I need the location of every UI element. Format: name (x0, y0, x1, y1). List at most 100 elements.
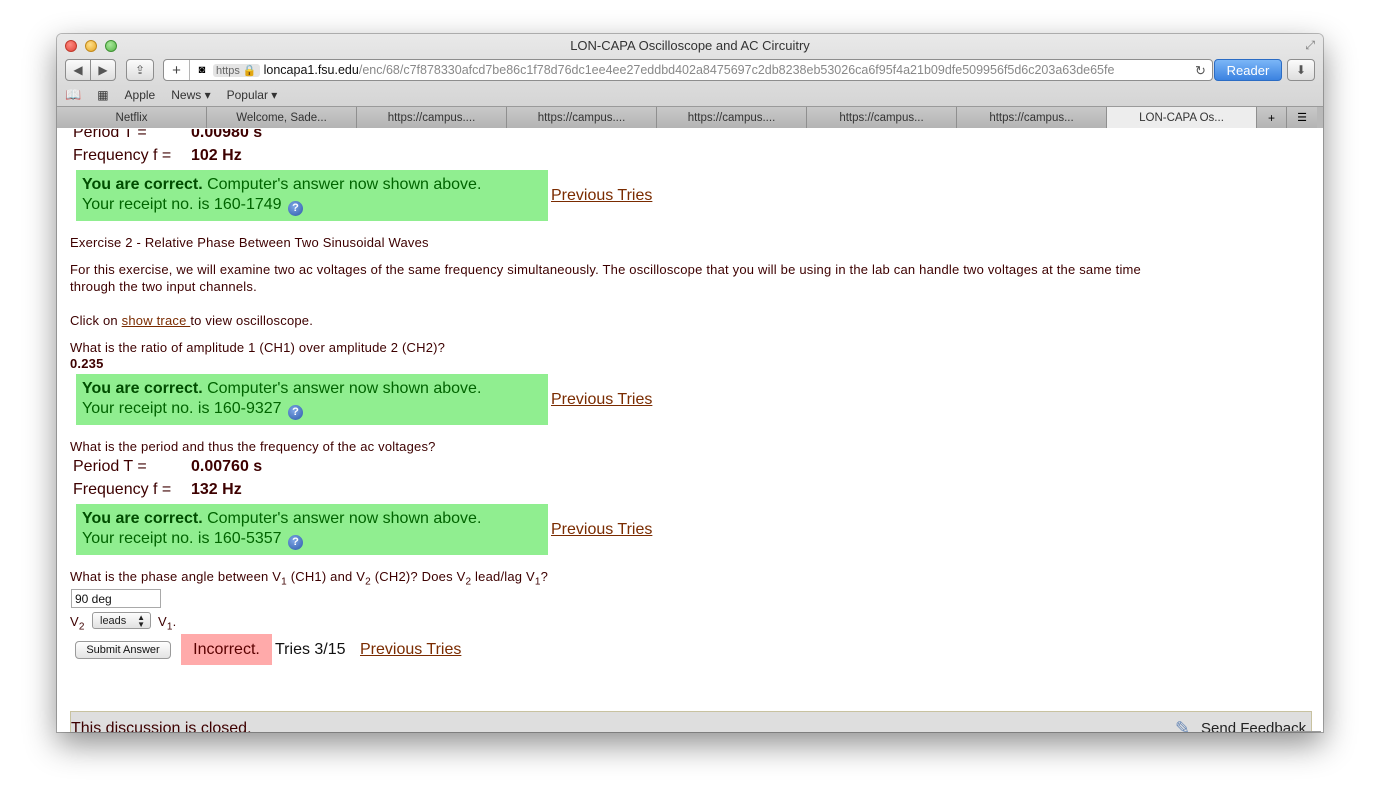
discussion-closed-text: This discussion is closed. (71, 720, 252, 732)
page-content: Period T = 0.00980 s Frequency f = 102 H… (57, 129, 1323, 732)
phase-angle-input[interactable] (71, 589, 161, 608)
jsmath-button[interactable]: jsMath (1279, 731, 1321, 732)
intro-text-line1: For this exercise, we will examine two a… (70, 262, 1141, 277)
tab-campus-5[interactable]: https://campus... (957, 107, 1107, 128)
download-icon: ⬇ (1295, 63, 1307, 77)
q1-frequency-label: Frequency f = (73, 147, 172, 164)
click-on-text: Click on (70, 313, 122, 328)
help-icon[interactable]: ? (288, 535, 303, 550)
q3-frequency-label: Frequency f = (73, 481, 172, 498)
q1-period-label: Period T = (73, 129, 147, 141)
q4-part1: What is the phase angle between V (70, 569, 282, 584)
q1-frequency-value: 102 Hz (191, 147, 242, 164)
view-osc-text: to view oscilloscope. (190, 313, 314, 328)
v2-label: V2 (70, 614, 85, 633)
intro-text-line2: through the two input channels. (70, 279, 257, 294)
q4-part5: ? (540, 569, 549, 584)
q2-correct-text: Computer's answer now shown above. (202, 380, 482, 397)
reading-list-icon[interactable]: 📖 (65, 87, 81, 103)
bookmark-news[interactable]: News ▾ (171, 88, 210, 102)
reader-button[interactable]: Reader (1214, 59, 1282, 81)
q3-period-value: 0.00760 s (191, 458, 263, 475)
v1-label: V1. (158, 614, 176, 633)
v1-text: V (158, 614, 167, 629)
https-badge: https 🔒 (213, 63, 260, 77)
q1-previous-tries-link[interactable]: Previous Tries (551, 187, 652, 205)
window-title: LON-CAPA Oscilloscope and AC Circuitry (570, 38, 810, 53)
help-icon[interactable]: ? (288, 405, 303, 420)
lead-lag-select[interactable]: leads ▲ ▼ (92, 612, 151, 629)
browser-window: LON-CAPA Oscilloscope and AC Circuitry ⤢… (57, 34, 1323, 732)
tab-campus-3[interactable]: https://campus.... (657, 107, 807, 128)
v1-suffix: . (172, 614, 177, 629)
tab-campus-4[interactable]: https://campus... (807, 107, 957, 128)
q1-correct-text: Computer's answer now shown above. (202, 176, 482, 193)
url-scheme: https (216, 64, 240, 77)
q3-question: What is the period and thus the frequenc… (70, 439, 436, 454)
tab-loncapa[interactable]: LON-CAPA Os... (1107, 107, 1257, 128)
q3-previous-tries-link[interactable]: Previous Tries (551, 521, 652, 539)
tab-netflix[interactable]: Netflix (57, 107, 207, 128)
q2-receipt: Your receipt no. is 160-9327 (82, 400, 282, 417)
q3-correct-text: Computer's answer now shown above. (202, 510, 482, 527)
tab-bar: Netflix Welcome, Sade... https://campus.… (57, 106, 1323, 128)
q1-correct-feedback: You are correct. Computer's answer now s… (76, 170, 548, 221)
q4-part2: (CH1) and V (286, 569, 366, 584)
tab-campus-2[interactable]: https://campus.... (507, 107, 657, 128)
tries-counter: Tries 3/15 (275, 641, 346, 658)
address-bar[interactable]: + ◙ https 🔒 loncapa1.fsu.edu/enc/68/c7f8… (163, 59, 1213, 81)
q2-correct-feedback: You are correct. Computer's answer now s… (76, 374, 548, 425)
share-button[interactable]: ⇪ (126, 59, 154, 81)
q1-period-value: 0.00980 s (191, 129, 263, 141)
q4-part3: (CH2)? Does V (370, 569, 466, 584)
v2-sub: 2 (78, 621, 85, 633)
bookmarks-bar: 📖 ▦ Apple News ▾ Popular ▾ (65, 86, 293, 104)
feedback-icon[interactable]: ✎ (1175, 718, 1190, 732)
q3-correct-strong: You are correct. (82, 510, 203, 527)
url-host: loncapa1.fsu.edu (263, 63, 359, 77)
show-trace-line: Click on show trace to view oscilloscope… (70, 313, 313, 328)
q3-correct-feedback: You are correct. Computer's answer now s… (76, 504, 548, 555)
lead-lag-value: leads (100, 614, 127, 627)
q1-receipt: Your receipt no. is 160-1749 (82, 196, 282, 213)
q3-frequency-value: 132 Hz (191, 481, 242, 498)
downloads-button[interactable]: ⬇ (1287, 59, 1315, 81)
show-trace-link[interactable]: show trace (122, 313, 191, 328)
back-button[interactable]: ◀ (65, 59, 91, 81)
tab-overview-icon[interactable]: ☰ (1287, 107, 1317, 128)
forward-arrow-icon: ▶ (98, 63, 108, 77)
q1-correct-strong: You are correct. (82, 176, 203, 193)
incorrect-badge: Incorrect. (181, 634, 272, 665)
help-icon[interactable]: ? (288, 201, 303, 216)
forward-button[interactable]: ▶ (90, 59, 116, 81)
back-arrow-icon: ◀ (73, 63, 83, 77)
share-icon: ⇪ (134, 63, 146, 77)
select-arrows-icon: ▲ ▼ (137, 613, 145, 629)
browser-chrome: LON-CAPA Oscilloscope and AC Circuitry ⤢… (57, 34, 1323, 128)
tab-campus-1[interactable]: https://campus.... (357, 107, 507, 128)
bookmark-popular[interactable]: Popular ▾ (227, 88, 278, 102)
top-sites-grid-icon[interactable]: ▦ (97, 88, 108, 102)
tab-welcome[interactable]: Welcome, Sade... (207, 107, 357, 128)
new-tab-icon[interactable]: + (1257, 107, 1287, 128)
lock-icon: 🔒 (242, 64, 257, 77)
q3-receipt: Your receipt no. is 160-5357 (82, 530, 282, 547)
q3-period-label: Period T = (73, 458, 147, 475)
site-identity-icon: ◙ (198, 64, 206, 76)
add-bookmark-icon[interactable]: + (164, 60, 190, 80)
bookmark-apple[interactable]: Apple (125, 88, 156, 102)
reload-icon[interactable]: ↻ (1195, 63, 1206, 79)
exercise-title: Exercise 2 - Relative Phase Between Two … (70, 235, 429, 250)
q2-question: What is the ratio of amplitude 1 (CH1) o… (70, 340, 446, 355)
url-path: /enc/68/c7f878330afcd7be86c1f78d76dc1ee4… (358, 63, 1115, 77)
discussion-panel: This discussion is closed. ✎ Send Feedba… (70, 711, 1312, 732)
q2-correct-strong: You are correct. (82, 380, 203, 397)
q2-answer: 0.235 (70, 356, 104, 371)
fullscreen-icon[interactable]: ⤢ (1305, 38, 1315, 53)
q4-previous-tries-link[interactable]: Previous Tries (360, 641, 461, 659)
submit-answer-button[interactable]: Submit Answer (75, 641, 171, 659)
q2-previous-tries-link[interactable]: Previous Tries (551, 391, 652, 409)
q4-part4: lead/lag V (471, 569, 535, 584)
q4-question: What is the phase angle between V1 (CH1)… (70, 569, 548, 588)
v2-text: V (70, 614, 79, 629)
